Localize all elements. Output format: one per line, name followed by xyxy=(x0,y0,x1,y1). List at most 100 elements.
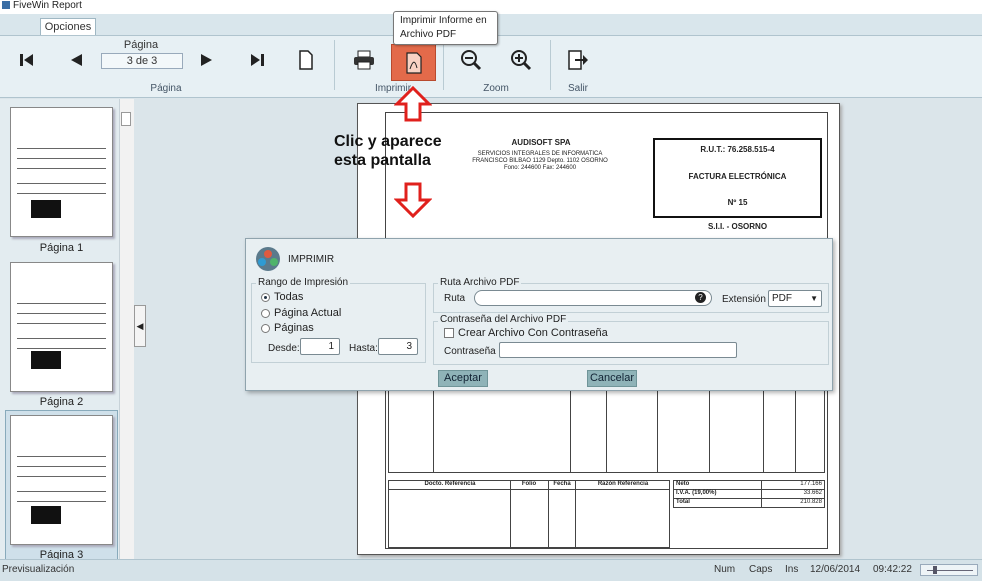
radio-paginas[interactable]: Páginas xyxy=(261,322,314,334)
grid-line xyxy=(709,391,710,473)
accept-button[interactable]: Aceptar xyxy=(438,370,488,387)
window-title: FiveWin Report xyxy=(13,0,82,11)
desde-label: Desde: xyxy=(268,343,300,354)
radio-button[interactable] xyxy=(261,308,270,318)
barcode-block xyxy=(31,200,61,218)
status-num: Num xyxy=(714,564,736,575)
ruta-input[interactable] xyxy=(474,290,712,306)
group-label-zoom: Zoom xyxy=(483,83,509,94)
radio-pagina-actual[interactable]: Página Actual xyxy=(261,307,341,319)
create-password-checkbox[interactable] xyxy=(444,328,454,338)
total-label: Neto xyxy=(676,481,690,487)
status-left-text: Previsualización xyxy=(2,564,75,575)
app-icon xyxy=(2,1,10,10)
grid-line xyxy=(388,489,670,490)
group-label-pagina: Página xyxy=(150,83,182,94)
radio-button[interactable] xyxy=(261,323,270,333)
grid-line xyxy=(761,480,762,508)
ribbon-separator xyxy=(550,40,551,90)
tab-opciones[interactable]: Opciones xyxy=(40,18,96,36)
grid-line xyxy=(510,480,511,548)
grid-line xyxy=(657,391,658,473)
sii-office: S.I.I. - OSORNO xyxy=(707,222,768,231)
up-arrow-annotation xyxy=(394,86,432,122)
total-value: 33.662 xyxy=(803,490,822,496)
barcode-block xyxy=(31,506,61,524)
range-legend: Rango de Impresión xyxy=(256,277,351,288)
last-page-button[interactable] xyxy=(240,43,274,77)
reference-table xyxy=(388,480,670,548)
slider-handle[interactable] xyxy=(933,566,937,574)
last-page-icon xyxy=(251,54,264,66)
company-line-1: SERVICIOS INTEGRALES DE INFORMATICA xyxy=(477,151,603,157)
exit-icon xyxy=(568,50,588,70)
company-line-2: FRANCISCO BILBAO 1129 Depto. 1102 OSORNO xyxy=(472,158,608,164)
single-page-button[interactable] xyxy=(289,43,323,77)
extension-value: PDF xyxy=(772,293,792,304)
dialog-title: IMPRIMIR xyxy=(288,254,335,265)
thumbnail-page-1[interactable] xyxy=(10,107,113,237)
zoom-in-icon xyxy=(511,50,532,71)
users-logo-icon xyxy=(256,247,280,271)
thumbnail-label: Página 1 xyxy=(39,242,84,254)
previous-page-button[interactable] xyxy=(59,43,93,77)
ref-header: Fecha xyxy=(553,481,571,487)
cancel-button[interactable]: Cancelar xyxy=(587,370,637,387)
imprimir-dialog: IMPRIMIR Rango de Impresión Todas Página… xyxy=(245,238,833,391)
next-page-icon xyxy=(201,54,212,66)
create-password-label: Crear Archivo Con Contraseña xyxy=(458,327,608,339)
ref-header: Folio xyxy=(521,481,537,487)
barcode-block xyxy=(31,351,61,369)
status-time: 09:42:22 xyxy=(873,564,912,575)
total-value: 177.166 xyxy=(800,481,822,487)
status-caps: Caps xyxy=(749,564,773,575)
company-name: AUDISOFT SPA xyxy=(511,138,571,147)
grid-line xyxy=(606,391,607,473)
thumbnail-label: Página 2 xyxy=(39,396,84,408)
grid-line xyxy=(795,391,796,473)
hasta-input[interactable]: 3 xyxy=(378,338,418,355)
zoom-out-button[interactable] xyxy=(454,43,488,77)
print-button[interactable] xyxy=(347,43,381,77)
thumbnail-page-2[interactable] xyxy=(10,262,113,392)
print-pdf-button[interactable] xyxy=(391,44,436,81)
ruta-legend: Ruta Archivo PDF xyxy=(438,277,522,288)
status-bar: Previsualización Num Caps Ins 12/06/2014… xyxy=(0,559,982,581)
ribbon-separator xyxy=(334,40,335,90)
grid-line xyxy=(548,480,549,548)
grid-line xyxy=(763,391,764,473)
page-counter-field[interactable]: 3 de 3 xyxy=(101,53,183,69)
first-page-button[interactable] xyxy=(10,43,44,77)
exit-button[interactable] xyxy=(561,43,595,77)
group-label-salir: Salir xyxy=(567,83,588,94)
grid-line xyxy=(570,391,571,473)
sidebar-scroll-thumb[interactable] xyxy=(121,112,131,126)
printer-icon xyxy=(354,50,374,70)
radio-button-selected[interactable] xyxy=(261,292,270,302)
password-legend: Contraseña del Archivo PDF xyxy=(438,314,569,325)
next-page-button[interactable] xyxy=(190,43,224,77)
radio-todas[interactable]: Todas xyxy=(261,291,303,303)
pagina-label: Página xyxy=(123,39,159,51)
thumbnail-page-3[interactable] xyxy=(10,415,113,545)
help-icon[interactable]: ? xyxy=(695,292,706,303)
radio-label: Todas xyxy=(274,291,304,303)
company-line-3: Fono: 244600 Fax: 244600 xyxy=(503,165,577,171)
sidebar-scrollbar[interactable] xyxy=(119,99,134,559)
document-number: Nº 15 xyxy=(727,198,748,207)
ribbon-separator xyxy=(443,40,444,90)
password-input[interactable] xyxy=(499,342,737,358)
zoom-in-button[interactable] xyxy=(504,43,538,77)
radio-label: Páginas xyxy=(274,322,314,334)
extension-label: Extensión xyxy=(722,294,766,305)
desde-input[interactable]: 1 xyxy=(300,338,340,355)
annotation-text: Clic y aparece esta pantalla xyxy=(334,133,442,169)
zoom-slider[interactable] xyxy=(920,564,978,576)
first-page-icon xyxy=(20,54,33,66)
grid-line xyxy=(575,480,576,548)
total-label: I.V.A. (19,00%) xyxy=(676,490,717,496)
ruta-label: Ruta xyxy=(444,293,466,304)
collapse-sidebar-button[interactable]: ◀ xyxy=(134,305,146,347)
extension-select[interactable]: PDF ▼ xyxy=(768,290,822,307)
hasta-label: Hasta: xyxy=(349,343,378,354)
